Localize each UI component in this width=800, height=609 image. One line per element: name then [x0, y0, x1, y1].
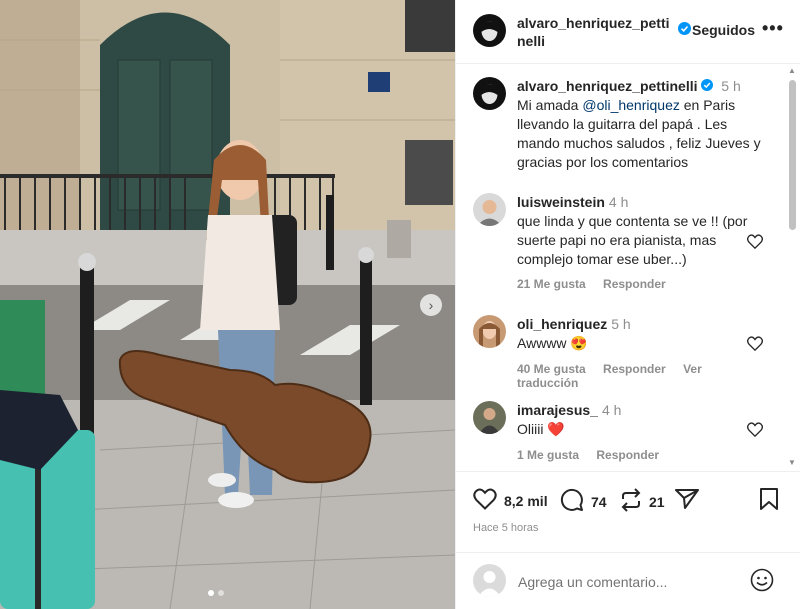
post-actions: 8,2 mil 74 21 Hace 5 horas: [456, 471, 800, 541]
comment-like-heart-icon[interactable]: [747, 422, 763, 442]
comment-likes[interactable]: 1 Me gusta: [517, 448, 579, 462]
comment-time: 5 h: [611, 316, 631, 332]
comment-meta: 40 Me gusta Responder Ver traducción: [517, 362, 773, 390]
post-photo: ›: [0, 0, 455, 609]
repost-icon[interactable]: [620, 488, 642, 515]
post-header: alvaro_henriquez_pettinelli Seguidos •••: [456, 0, 800, 64]
comment-avatar[interactable]: [473, 193, 506, 226]
comment-text: imarajesus_ 4 h Oliiii ❤️: [517, 401, 767, 439]
comment-bubble-icon[interactable]: [560, 488, 584, 515]
caption-username[interactable]: alvaro_henriquez_pettinelli: [517, 78, 698, 94]
repost-count: 21: [649, 493, 665, 510]
comment-time: 4 h: [601, 402, 622, 418]
comment-reply-button[interactable]: Responder: [596, 448, 659, 462]
comment-meta: 1 Me gusta Responder: [517, 448, 673, 462]
author-avatar[interactable]: [473, 14, 506, 47]
comment-username[interactable]: luisweinstein: [517, 194, 605, 210]
comments-list: alvaro_henriquez_pettinelli 5 h Mi amada…: [456, 65, 789, 470]
comments-scrollbar[interactable]: ▲ ▼: [786, 66, 798, 470]
scrollbar-thumb[interactable]: [789, 80, 796, 230]
caption-before: Mi amada: [517, 97, 583, 113]
comment-body: que linda y que contenta se ve !! (por s…: [517, 213, 748, 267]
comment-username[interactable]: imarajesus_: [517, 402, 598, 418]
like-count[interactable]: 8,2 mil: [504, 493, 548, 509]
verified-badge-icon: [678, 22, 691, 40]
comment-action[interactable]: 74: [560, 488, 607, 515]
comment-like-heart-icon[interactable]: [747, 234, 763, 254]
share-action[interactable]: [675, 488, 699, 513]
caption-verified-icon: [701, 78, 714, 94]
comment-likes[interactable]: 21 Me gusta: [517, 277, 586, 291]
comment-meta: 21 Me gusta Responder: [517, 277, 680, 291]
like-action[interactable]: 8,2 mil: [473, 488, 548, 513]
comment-text: oli_henriquez 5 h Awwww 😍: [517, 315, 767, 353]
caption-mention[interactable]: @oli_henriquez: [582, 97, 680, 113]
comment-reply-button[interactable]: Responder: [603, 277, 666, 291]
add-comment-bar: Agrega un comentario...: [456, 552, 800, 609]
send-icon[interactable]: [675, 488, 699, 513]
caption-time: 5 h: [721, 78, 741, 94]
comment-avatar[interactable]: [473, 315, 506, 348]
caption-text: alvaro_henriquez_pettinelli 5 h Mi amada…: [517, 77, 772, 172]
heart-icon[interactable]: [473, 488, 497, 513]
comment-reply-button[interactable]: Responder: [603, 362, 666, 376]
more-options-icon[interactable]: •••: [762, 18, 784, 39]
post-time-ago: Hace 5 horas: [473, 522, 539, 534]
current-user-avatar-icon: [473, 564, 506, 597]
comment-username[interactable]: oli_henriquez: [517, 316, 607, 332]
comment-count: 74: [591, 493, 607, 510]
comment-body: Oliiii ❤️: [517, 421, 565, 437]
carousel-dot-2: [218, 590, 224, 596]
emoji-icon[interactable]: [750, 568, 774, 597]
comment-likes[interactable]: 40 Me gusta: [517, 362, 586, 376]
author-username[interactable]: alvaro_henriquez_pettinelli: [517, 14, 677, 50]
comment-text: luisweinstein 4 h que linda y que content…: [517, 193, 767, 269]
carousel-dot-1: [208, 590, 214, 596]
scroll-up-icon[interactable]: ▲: [788, 66, 796, 75]
caption-avatar[interactable]: [473, 77, 506, 110]
comment-body: Awwww 😍: [517, 335, 588, 351]
carousel-next-button[interactable]: ›: [420, 294, 442, 316]
comment-time: 4 h: [608, 194, 629, 210]
repost-action[interactable]: 21: [620, 488, 665, 515]
follow-status-button[interactable]: Seguidos: [692, 22, 755, 38]
carousel-dots: [208, 590, 224, 596]
save-action[interactable]: [759, 488, 779, 513]
comment-like-heart-icon[interactable]: [747, 336, 763, 356]
comment-avatar[interactable]: [473, 401, 506, 434]
scroll-down-icon[interactable]: ▼: [788, 458, 796, 467]
post-panel: alvaro_henriquez_pettinelli Seguidos •••…: [455, 0, 800, 609]
comment-input[interactable]: Agrega un comentario...: [518, 574, 667, 590]
bookmark-icon[interactable]: [759, 488, 779, 513]
